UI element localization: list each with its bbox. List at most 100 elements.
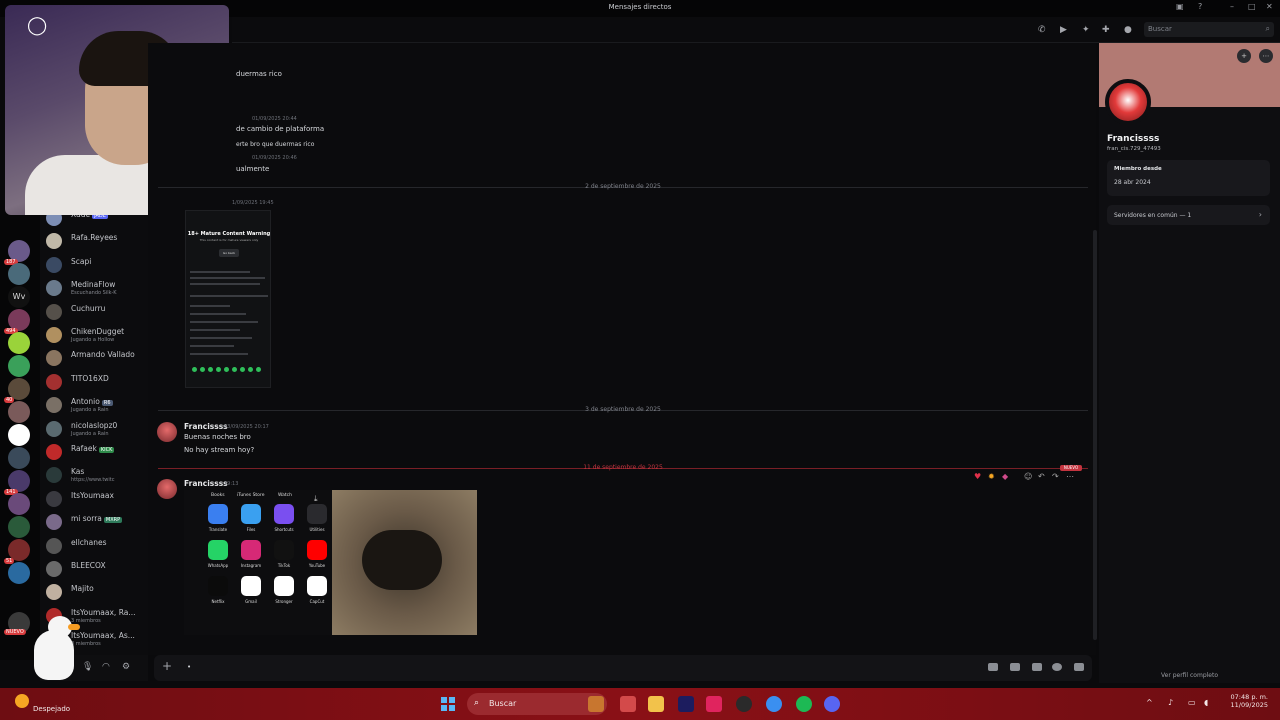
message-timestamp: 1/09/2025 19:45: [232, 200, 274, 206]
headphones-icon[interactable]: ◠: [102, 662, 110, 672]
server-icon[interactable]: [8, 332, 30, 354]
message-text: Buenas noches bro: [184, 433, 251, 441]
dm-list-item[interactable]: Rafaek KICK: [46, 442, 150, 462]
tray-chevron-icon[interactable]: ^: [1146, 698, 1153, 707]
minimize-button[interactable]: –: [1230, 2, 1234, 11]
heart-reaction-icon[interactable]: ♥: [974, 472, 981, 481]
dm-list-item[interactable]: nicolaslopz0 Jugando a Rain: [46, 419, 150, 439]
gift-icon[interactable]: [988, 663, 998, 671]
avatar[interactable]: [157, 422, 177, 442]
windows-taskbar: Despejado ⌕ Buscar ^ ♪ ▭ ◖ 07:48 p. m. 1…: [0, 688, 1280, 720]
server-icon[interactable]: [8, 562, 30, 584]
dm-list-item[interactable]: Scapi: [46, 255, 150, 275]
dm-list-item[interactable]: TITO16XD: [46, 372, 150, 392]
more-options-icon[interactable]: ⋯: [1066, 472, 1074, 481]
chat-scrollbar[interactable]: [1093, 230, 1097, 640]
network-icon[interactable]: ▭: [1188, 698, 1196, 707]
discord-icon[interactable]: [824, 696, 840, 712]
weather-label[interactable]: Despejado: [33, 705, 70, 713]
add-reaction-icon[interactable]: ☺: [1024, 472, 1032, 481]
server-icon[interactable]: 51: [4, 539, 30, 564]
dm-list-item[interactable]: Rafa.Reyees: [46, 231, 150, 251]
mutual-servers-row[interactable]: Servidores en común — 1 ›: [1107, 205, 1270, 225]
emoji-reaction-icon[interactable]: ◆: [1002, 472, 1008, 481]
settings-gear-icon[interactable]: ⚙: [122, 662, 130, 672]
more-options-icon[interactable]: ⋯: [1259, 49, 1273, 63]
dm-list-item[interactable]: ChikenDugget Jugando a Hollow: [46, 325, 150, 345]
emoji-icon[interactable]: [1052, 663, 1062, 671]
voice-call-icon[interactable]: ✆: [1038, 25, 1046, 35]
message-author[interactable]: Francissss: [184, 422, 228, 431]
taskbar-app-icon[interactable]: [620, 696, 636, 712]
maximize-button[interactable]: □: [1248, 2, 1256, 11]
server-icon[interactable]: [8, 424, 30, 446]
video-attachment[interactable]: Books iTunes Store Watch ⤓ Translate File…: [184, 490, 477, 635]
pin-icon[interactable]: ✦: [1082, 25, 1090, 35]
profile-avatar[interactable]: [1105, 79, 1151, 125]
dm-list-item[interactable]: Majito: [46, 582, 150, 602]
sticker-icon[interactable]: [1032, 663, 1042, 671]
server-icon[interactable]: [8, 355, 30, 377]
dm-list-item[interactable]: Kas https://www.twitc: [46, 465, 150, 485]
dm-list-item[interactable]: ellchanes: [46, 536, 150, 556]
dm-list-item[interactable]: mi sorra MXRP: [46, 512, 150, 532]
dm-list-item[interactable]: Antonio R6 Jugando a Rain: [46, 395, 150, 415]
clock-date: 11/09/2025: [1230, 701, 1268, 709]
fire-reaction-icon[interactable]: ✹: [988, 472, 995, 481]
add-friend-icon[interactable]: +: [1237, 49, 1251, 63]
inbox-icon[interactable]: ▣: [1176, 2, 1184, 11]
add-attachment-icon[interactable]: +: [162, 659, 172, 673]
server-icon[interactable]: 494: [4, 309, 30, 334]
server-icon[interactable]: 187: [4, 240, 30, 265]
weather-icon[interactable]: [15, 694, 29, 708]
reply-icon[interactable]: ↶: [1038, 472, 1045, 481]
close-button[interactable]: ✕: [1266, 2, 1273, 11]
taskbar-app-icon[interactable]: [588, 696, 604, 712]
forward-icon[interactable]: ↷: [1052, 472, 1059, 481]
server-icon[interactable]: Wv: [8, 286, 30, 308]
message-text: ualmente: [236, 165, 270, 173]
image-attachment[interactable]: 18+ Mature Content Warning This content …: [185, 210, 271, 388]
dm-list-item[interactable]: MedinaFlow Escuchando Silk-K: [46, 278, 150, 298]
download-icon[interactable]: ⤓: [314, 494, 318, 504]
gif-icon[interactable]: [1010, 663, 1020, 671]
video-frame[interactable]: [332, 490, 477, 635]
view-full-profile-link[interactable]: Ver perfil completo: [1099, 672, 1280, 679]
taskbar-app-icon[interactable]: [736, 696, 752, 712]
video-call-icon[interactable]: ▶: [1060, 25, 1067, 35]
apps-icon[interactable]: [1074, 663, 1084, 671]
duck-overlay: [24, 610, 80, 690]
chrome-icon[interactable]: [766, 696, 782, 712]
server-icon[interactable]: [8, 447, 30, 469]
search-input[interactable]: Buscar ⌕: [1144, 22, 1274, 37]
taskbar-search[interactable]: ⌕ Buscar: [467, 693, 607, 715]
microphone-icon[interactable]: ♪: [1168, 698, 1173, 707]
dm-name: BLEECOX: [71, 561, 106, 570]
microphone-icon[interactable]: 🎙: [82, 662, 93, 672]
server-icon[interactable]: [8, 516, 30, 538]
dm-list-item[interactable]: Armando Vallado: [46, 348, 150, 368]
avatar[interactable]: [157, 479, 177, 499]
add-friends-icon[interactable]: ✚: [1102, 25, 1110, 35]
server-icon[interactable]: [8, 263, 30, 285]
windows-start-icon[interactable]: [441, 697, 455, 711]
file-explorer-icon[interactable]: [648, 696, 664, 712]
spotify-icon[interactable]: [796, 696, 812, 712]
server-icon[interactable]: 40: [4, 378, 30, 403]
profile-username: fran_cis.729_47493: [1107, 146, 1161, 152]
message-author[interactable]: Francissss: [184, 479, 228, 488]
tiktok-icon[interactable]: [706, 696, 722, 712]
dm-list-item[interactable]: BLEECOX: [46, 559, 150, 579]
server-icon[interactable]: 141: [4, 470, 30, 495]
server-icon[interactable]: [8, 401, 30, 423]
server-icon[interactable]: [8, 493, 30, 515]
system-clock[interactable]: 07:48 p. m. 11/09/2025: [1218, 693, 1268, 709]
app-label: Files: [246, 527, 256, 532]
user-profile-icon[interactable]: ●: [1124, 25, 1132, 35]
dm-list-item[interactable]: Cuchurru: [46, 302, 150, 322]
message-composer[interactable]: + •: [154, 655, 1092, 681]
premiere-icon[interactable]: [678, 696, 694, 712]
volume-icon[interactable]: ◖: [1204, 698, 1208, 707]
help-icon[interactable]: ?: [1198, 2, 1202, 11]
dm-list-item[interactable]: ItsYoumaax: [46, 489, 150, 509]
